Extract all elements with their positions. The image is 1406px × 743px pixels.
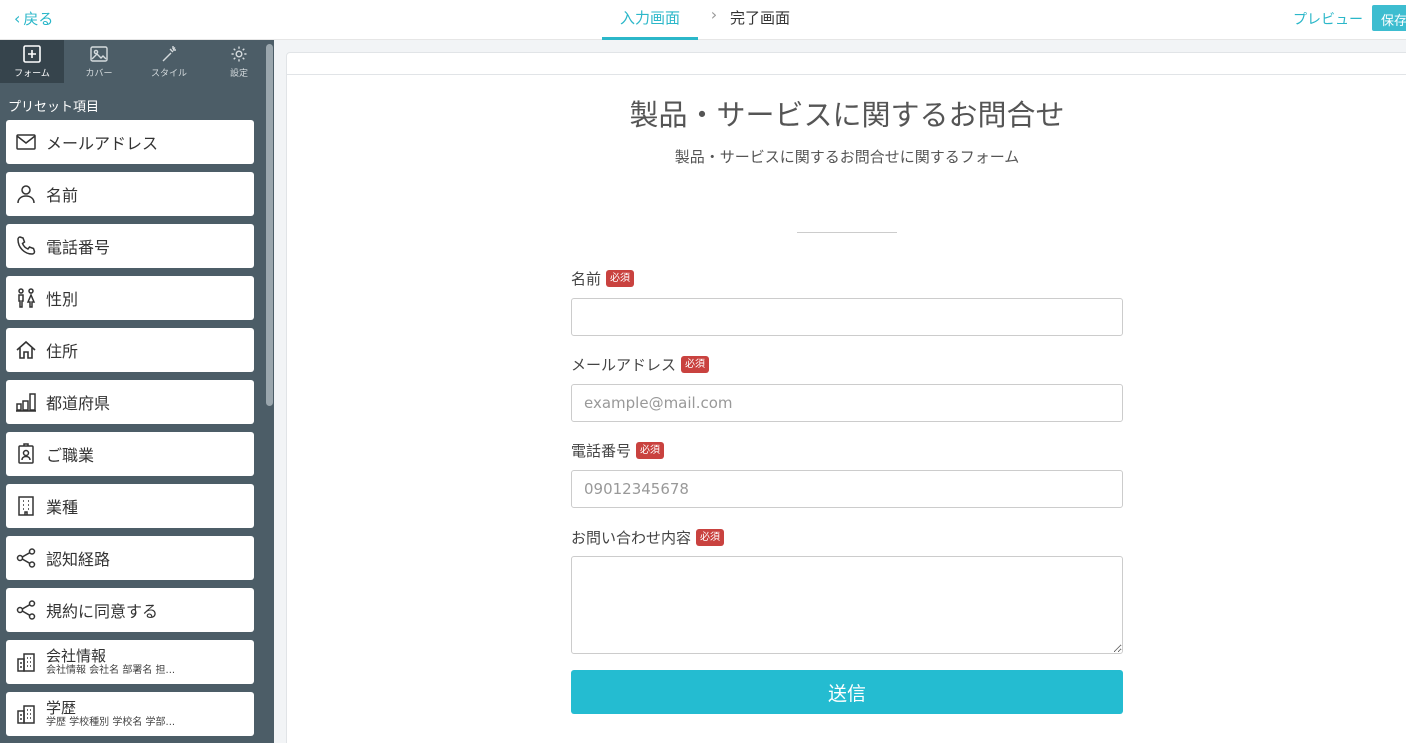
preset-item-label: 学歴	[46, 698, 77, 717]
tab-form[interactable]: フォーム	[0, 40, 64, 83]
chevron-right-icon: ›	[710, 5, 718, 24]
preset-item-label: ご職業	[46, 446, 95, 465]
preset-item-label: 都道府県	[46, 394, 111, 413]
building-icon	[15, 495, 37, 517]
image-icon	[90, 46, 108, 62]
office-icon	[15, 703, 37, 725]
preset-item-label: 性別	[46, 290, 79, 309]
preset-item-email[interactable]: メールアドレス	[6, 120, 254, 164]
preset-item-education[interactable]: 学歴 学歴 学校種別 学校名 学部...	[6, 692, 254, 736]
email-input[interactable]	[571, 384, 1123, 422]
preset-item-label: 会社情報	[46, 646, 107, 665]
title-divider	[797, 232, 897, 233]
inquiry-textarea[interactable]	[571, 556, 1123, 654]
tab-settings[interactable]: 設定	[204, 40, 274, 83]
preset-item-phone[interactable]: 電話番号	[6, 224, 254, 268]
chevron-left-icon: ‹	[14, 8, 21, 28]
mail-icon	[15, 131, 37, 153]
sidebar-tabs: フォーム カバー スタイル 設定	[0, 40, 274, 83]
preset-item-company[interactable]: 会社情報 会社情報 会社名 部署名 担...	[6, 640, 254, 684]
field-label-phone[interactable]: 電話番号 必須	[571, 440, 665, 461]
save-button[interactable]: 保存	[1372, 5, 1406, 31]
back-button[interactable]: ‹ 戻る	[14, 8, 53, 29]
tab-complete-screen[interactable]: 完了画面	[730, 0, 790, 40]
tab-cover[interactable]: カバー	[64, 40, 134, 83]
preset-item-prefecture[interactable]: 都道府県	[6, 380, 254, 424]
preset-item-referral[interactable]: 認知経路	[6, 536, 254, 580]
required-badge: 必須	[696, 529, 725, 546]
field-label-text: お問い合わせ内容	[571, 529, 692, 547]
preset-section-title: プリセット項目	[8, 100, 100, 115]
preset-item-sub: 学歴 学校種別 学校名 学部...	[46, 716, 176, 728]
preset-item-label: 名前	[46, 186, 79, 205]
preset-item-gender[interactable]: 性別	[6, 276, 254, 320]
wand-icon	[162, 46, 176, 62]
preset-item-sub: 会社情報 会社名 部署名 担...	[46, 664, 176, 676]
field-label-name[interactable]: 名前 必須	[571, 268, 635, 289]
tab-settings-label: 設定	[229, 69, 248, 79]
required-badge: 必須	[606, 270, 635, 287]
form-description[interactable]: 製品・サービスに関するお問合せに関するフォーム	[571, 146, 1123, 167]
preset-item-list: メールアドレス 名前 電話番号 性別 住所 都道府県 ご職業 業種 認知経路 規…	[6, 120, 254, 743]
tab-style[interactable]: スタイル	[134, 40, 204, 83]
tab-input-screen[interactable]: 入力画面	[602, 0, 698, 40]
city-icon	[15, 391, 37, 413]
gear-icon	[231, 46, 247, 62]
field-label-inquiry[interactable]: お問い合わせ内容 必須	[571, 527, 725, 548]
submit-button[interactable]: 送信	[571, 670, 1123, 714]
person-icon	[15, 183, 37, 205]
tab-cover-label: カバー	[85, 69, 113, 79]
name-input[interactable]	[571, 298, 1123, 336]
preset-item-label: 電話番号	[46, 238, 111, 257]
preset-item-name[interactable]: 名前	[6, 172, 254, 216]
field-label-email[interactable]: メールアドレス 必須	[571, 354, 710, 375]
phone-icon	[15, 235, 37, 257]
home-icon	[15, 339, 37, 361]
gender-icon	[15, 287, 37, 309]
tab-form-label: フォーム	[14, 69, 50, 79]
preset-item-label: 認知経路	[46, 550, 111, 569]
top-bar: ‹ 戻る 入力画面 › 完了画面 プレビュー 保存	[0, 0, 1406, 40]
share-icon	[15, 547, 37, 569]
share-icon	[15, 599, 37, 621]
form-title[interactable]: 製品・サービスに関するお問合せ	[571, 92, 1123, 134]
preset-item-label: メールアドレス	[46, 134, 159, 153]
card-divider	[286, 74, 1406, 75]
preset-item-address[interactable]: 住所	[6, 328, 254, 372]
preset-item-label: 住所	[46, 342, 79, 361]
required-badge: 必須	[636, 442, 665, 459]
phone-input[interactable]	[571, 470, 1123, 508]
preset-item-industry[interactable]: 業種	[6, 484, 254, 528]
sidebar: フォーム カバー スタイル 設定 プリセット項目 メールアドレス 名前 電話番号	[0, 40, 274, 743]
preset-item-terms[interactable]: 規約に同意する	[6, 588, 254, 632]
preset-item-occupation[interactable]: ご職業	[6, 432, 254, 476]
tab-style-label: スタイル	[150, 69, 187, 79]
sidebar-scrollbar[interactable]	[266, 44, 273, 406]
preview-button[interactable]: プレビュー	[1293, 9, 1363, 29]
preset-item-label: 業種	[46, 498, 79, 517]
step-nav: 入力画面 › 完了画面	[602, 0, 790, 40]
preset-item-label: 規約に同意する	[46, 602, 159, 621]
back-label: 戻る	[23, 10, 54, 28]
field-label-text: 電話番号	[571, 442, 632, 460]
plus-square-icon	[23, 45, 41, 63]
field-label-text: 名前	[571, 270, 602, 288]
badge-icon	[15, 443, 37, 465]
required-badge: 必須	[681, 356, 710, 373]
field-label-text: メールアドレス	[571, 356, 677, 374]
office-icon	[15, 651, 37, 673]
